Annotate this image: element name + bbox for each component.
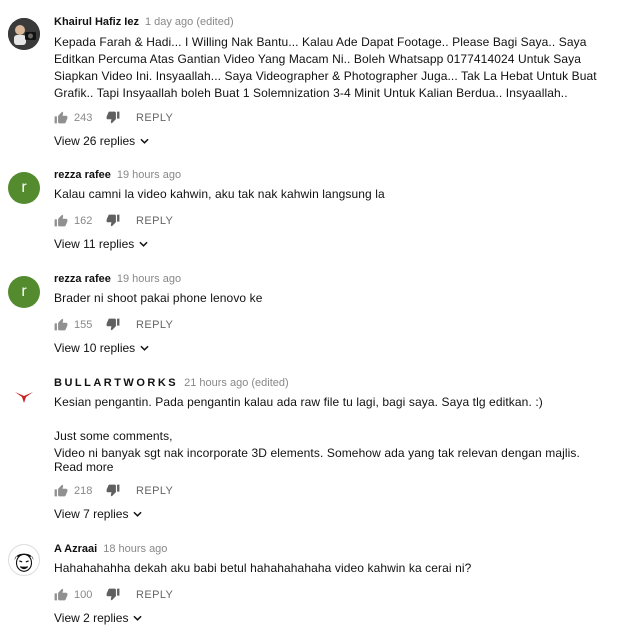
reply-button[interactable]: REPLY (136, 589, 173, 601)
comment-header: Khairul Hafiz Iez 1 day ago (edited) (54, 16, 234, 28)
view-replies-label: View 11 replies (54, 237, 135, 251)
thumbs-up-icon (54, 484, 68, 497)
thumbs-down-icon (106, 484, 120, 497)
user-photo-icon (8, 18, 40, 50)
thumbs-down-icon (106, 214, 120, 227)
comment-actions: 155 REPLY (54, 318, 173, 331)
author-name[interactable]: rezza rafee (54, 273, 111, 285)
like-button[interactable]: 155 (54, 318, 104, 331)
dislike-button[interactable] (106, 111, 120, 124)
avatar[interactable] (8, 544, 40, 576)
author-name[interactable]: A Azraai (54, 543, 97, 555)
comment-text: Kalau camni la video kahwin, aku tak nak… (54, 186, 624, 203)
comment-actions: 218 REPLY (54, 484, 173, 497)
bull-logo-icon (15, 392, 33, 403)
comment-time[interactable]: 1 day ago (edited) (145, 16, 234, 28)
view-replies-button[interactable]: View 26 replies (54, 134, 149, 148)
thumbs-down-icon (106, 111, 120, 124)
comment-time[interactable]: 19 hours ago (117, 169, 181, 181)
cartoon-face-icon (9, 545, 39, 575)
thumbs-up-icon (54, 318, 68, 331)
dislike-button[interactable] (106, 484, 120, 497)
dislike-button[interactable] (106, 214, 120, 227)
avatar[interactable]: r (8, 276, 40, 308)
comment-text: Hahahahahha dekah aku babi betul hahahah… (54, 560, 624, 577)
comment-time[interactable]: 21 hours ago (edited) (184, 377, 289, 389)
view-replies-button[interactable]: View 11 replies (54, 237, 148, 251)
like-count: 243 (74, 111, 93, 124)
dislike-button[interactable] (106, 588, 120, 601)
thumbs-up-icon (54, 214, 68, 227)
comment-actions: 243 REPLY (54, 111, 173, 124)
like-button[interactable]: 100 (54, 588, 104, 601)
reply-button[interactable]: REPLY (136, 112, 173, 124)
like-count: 100 (74, 588, 93, 601)
author-name[interactable]: rezza rafee (54, 169, 111, 181)
comment-paragraph: Kepada Farah & Hadi... I Willing Nak Ban… (54, 35, 597, 100)
like-button[interactable]: 162 (54, 214, 104, 227)
avatar[interactable] (8, 379, 40, 411)
comment-paragraph: Just some comments, (54, 429, 173, 443)
comment-actions: 100 REPLY (54, 588, 173, 601)
chevron-down-icon (140, 138, 149, 144)
comment-header: BULLARTWORKS 21 hours ago (edited) (54, 377, 289, 389)
avatar-letter: r (21, 179, 27, 196)
view-replies-button[interactable]: View 10 replies (54, 341, 149, 355)
comment-header: rezza rafee 19 hours ago (54, 273, 181, 285)
view-replies-label: View 7 replies (54, 507, 129, 521)
author-name[interactable]: Khairul Hafiz Iez (54, 16, 139, 28)
avatar-letter: r (21, 283, 27, 300)
comment-time[interactable]: 18 hours ago (103, 543, 167, 555)
like-count: 155 (74, 318, 93, 331)
comment-text: Kepada Farah & Hadi... I Willing Nak Ban… (54, 34, 624, 102)
view-replies-button[interactable]: View 7 replies (54, 507, 143, 521)
view-replies-label: View 10 replies (54, 341, 136, 355)
comment-paragraph: Video ni banyak sgt nak incorporate 3D e… (54, 446, 580, 460)
comment-paragraph: Hahahahahha dekah aku babi betul hahahah… (54, 561, 472, 575)
comment-text: Brader ni shoot pakai phone lenovo ke (54, 290, 624, 307)
like-count: 162 (74, 214, 93, 227)
reply-button[interactable]: REPLY (136, 319, 173, 331)
chevron-down-icon (139, 241, 148, 247)
chevron-down-icon (133, 615, 143, 621)
read-more-link[interactable]: Read more (54, 460, 113, 474)
avatar[interactable] (8, 18, 40, 50)
dislike-button[interactable] (106, 318, 120, 331)
thumbs-up-icon (54, 111, 68, 124)
view-replies-label: View 26 replies (54, 134, 136, 148)
reply-button[interactable]: REPLY (136, 485, 173, 497)
comment-time[interactable]: 19 hours ago (117, 273, 181, 285)
comment-paragraph: Brader ni shoot pakai phone lenovo ke (54, 291, 263, 305)
thumbs-down-icon (106, 588, 120, 601)
chevron-down-icon (133, 511, 143, 517)
like-button[interactable]: 243 (54, 111, 104, 124)
like-count: 218 (74, 484, 93, 497)
thumbs-down-icon (106, 318, 120, 331)
thumbs-up-icon (54, 588, 68, 601)
like-button[interactable]: 218 (54, 484, 104, 497)
comment-paragraph: Kalau camni la video kahwin, aku tak nak… (54, 187, 385, 201)
comment-header: rezza rafee 19 hours ago (54, 169, 181, 181)
chevron-down-icon (140, 345, 149, 351)
avatar[interactable]: r (8, 172, 40, 204)
comment-text: Kesian pengantin. Pada pengantin kalau a… (54, 394, 624, 462)
reply-button[interactable]: REPLY (136, 215, 173, 227)
comment-actions: 162 REPLY (54, 214, 173, 227)
comment-paragraph: Kesian pengantin. Pada pengantin kalau a… (54, 395, 543, 409)
view-replies-button[interactable]: View 2 replies (54, 611, 143, 625)
view-replies-label: View 2 replies (54, 611, 129, 625)
author-name[interactable]: BULLARTWORKS (54, 377, 178, 389)
comment-header: A Azraai 18 hours ago (54, 543, 167, 555)
